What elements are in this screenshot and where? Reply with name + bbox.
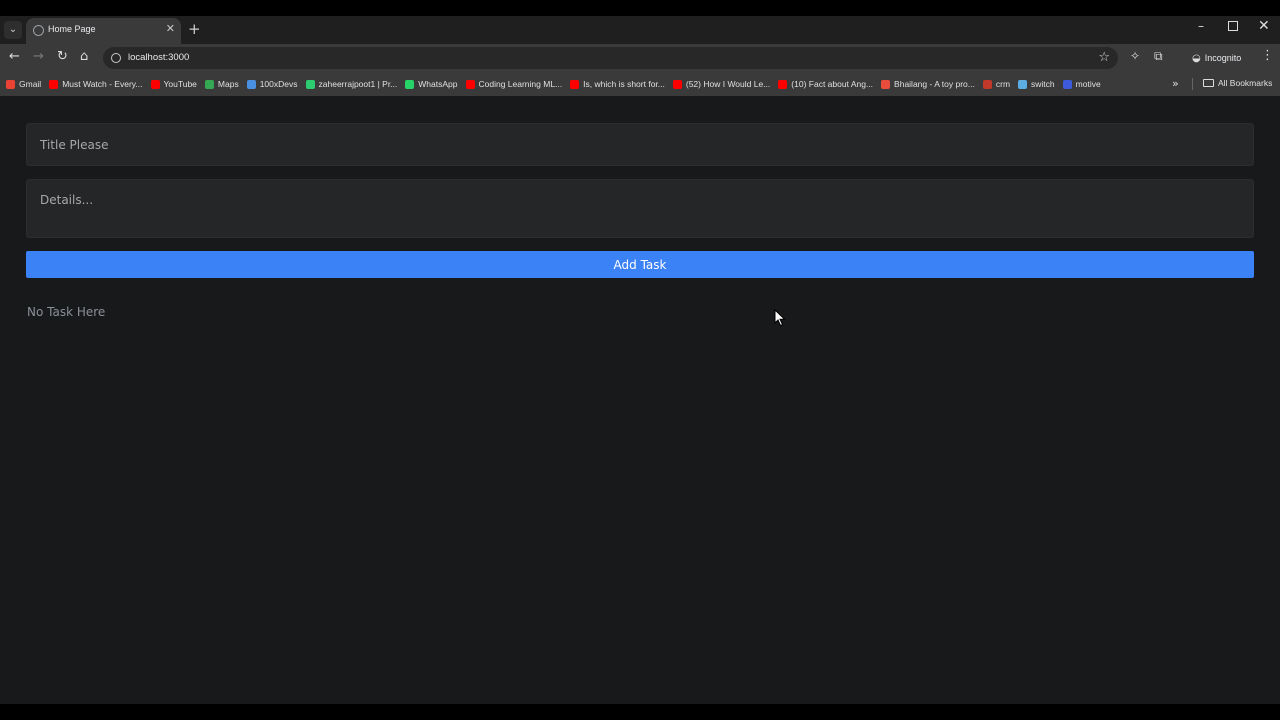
motive-icon: [1062, 79, 1072, 89]
bookmarks-bar: Gmail Must Watch - Every... YouTube Maps 100…: [0, 72, 1280, 96]
bookmarks-divider: [1192, 78, 1193, 90]
bookmark-item[interactable]: 100xDevs: [246, 79, 298, 89]
youtube-icon: [672, 79, 682, 89]
back-arrow-icon[interactable]: ←: [9, 49, 20, 64]
extension-icon[interactable]: ✧: [1130, 49, 1140, 63]
bookmark-item[interactable]: Is, which is short for...: [570, 79, 665, 89]
bookmark-label: YouTube: [163, 79, 197, 89]
maps-icon: [204, 79, 214, 89]
bottom-letterbox: [0, 704, 1280, 720]
forward-arrow-icon[interactable]: →: [33, 49, 44, 64]
restore-icon[interactable]: [1228, 21, 1238, 31]
devs-icon: [246, 79, 256, 89]
task-details-input[interactable]: [26, 179, 1254, 238]
new-tab-plus-icon[interactable]: +: [188, 20, 201, 38]
page-viewport: Add Task No Task Here: [0, 96, 1280, 704]
tab-strip: ⌄ Home Page ✕ + – ✕: [0, 16, 1280, 44]
bookmark-item[interactable]: Coding Learning ML...: [465, 79, 563, 89]
bookmark-label: (10) Fact about Ang...: [791, 79, 874, 89]
youtube-icon: [150, 79, 160, 89]
incognito-icon: ◒: [1192, 52, 1201, 64]
browser-menu-icon[interactable]: ⋮: [1261, 48, 1274, 63]
tab-search-chevron-icon[interactable]: ⌄: [4, 21, 22, 39]
browser-toolbar: ← → ↻ ⌂ localhost:3000 ☆ ✧ ⧉ ◒ Incognito…: [0, 44, 1280, 72]
add-task-button[interactable]: Add Task: [26, 251, 1254, 278]
bookmark-item[interactable]: Must Watch - Every...: [49, 79, 143, 89]
bookmark-item[interactable]: Gmail: [6, 79, 41, 89]
window-close-icon[interactable]: ✕: [1258, 18, 1270, 34]
home-icon[interactable]: ⌂: [80, 49, 88, 64]
site-info-icon[interactable]: [111, 53, 121, 63]
bookmark-label: Coding Learning ML...: [478, 79, 563, 89]
bookmark-item[interactable]: (52) How I Would Le...: [672, 79, 771, 89]
bookmark-item[interactable]: Maps: [204, 79, 239, 89]
bookmark-item[interactable]: switch: [1018, 79, 1055, 89]
bookmark-label: Must Watch - Every...: [62, 79, 143, 89]
crm-icon: [982, 79, 992, 89]
youtube-icon: [49, 79, 59, 89]
bhailang-icon: [881, 79, 891, 89]
bookmark-label: (52) How I Would Le...: [685, 79, 771, 89]
empty-task-message: No Task Here: [27, 305, 106, 319]
gmail-icon: [6, 79, 15, 89]
globe-icon: [33, 25, 44, 36]
bookmark-label: crm: [995, 79, 1011, 89]
youtube-icon: [570, 79, 580, 89]
whatsapp-icon: [405, 79, 415, 89]
bookmark-item[interactable]: motive: [1062, 79, 1101, 89]
switch-icon: [1018, 79, 1028, 89]
address-bar[interactable]: localhost:3000 ☆: [103, 47, 1118, 69]
reload-icon[interactable]: ↻: [57, 49, 68, 64]
bookmark-label: Gmail: [19, 79, 42, 89]
tab-home-page[interactable]: Home Page ✕: [26, 18, 181, 44]
screen: ⌄ Home Page ✕ + – ✕ ← → ↻ ⌂ localhost:30…: [0, 0, 1280, 720]
bookmark-label: WhatsApp: [418, 79, 458, 89]
tab-close-icon[interactable]: ✕: [166, 22, 175, 35]
bookmark-item[interactable]: WhatsApp: [405, 79, 458, 89]
incognito-indicator[interactable]: ◒ Incognito: [1186, 47, 1250, 69]
profile-icon: [305, 79, 315, 89]
address-bar-url: localhost:3000: [128, 52, 190, 63]
youtube-icon: [465, 79, 475, 89]
bookmark-item[interactable]: (10) Fact about Ang...: [778, 79, 873, 89]
bookmark-label: zaheerrajpoot1 | Pr...: [318, 79, 398, 89]
bookmark-label: Is, which is short for...: [583, 79, 665, 89]
bookmark-label: Bhailang - A toy pro...: [894, 79, 975, 89]
bookmark-star-icon[interactable]: ☆: [1098, 50, 1110, 65]
all-bookmarks-button[interactable]: All Bookmarks: [1203, 78, 1272, 88]
bookmark-label: 100xDevs: [259, 79, 298, 89]
bookmarks-list: Gmail Must Watch - Every... YouTube Maps 100…: [6, 72, 1109, 96]
top-letterbox: [0, 0, 1280, 16]
browser-chrome: ⌄ Home Page ✕ + – ✕ ← → ↻ ⌂ localhost:30…: [0, 16, 1280, 96]
bookmark-item[interactable]: YouTube: [150, 79, 197, 89]
bookmarks-overflow-icon[interactable]: »: [1172, 77, 1179, 90]
mouse-cursor-icon: [774, 309, 786, 327]
incognito-label: Incognito: [1204, 53, 1242, 63]
bookmark-label: Maps: [217, 79, 239, 89]
bookmark-item[interactable]: crm: [982, 79, 1011, 89]
bookmark-label: motive: [1075, 79, 1101, 89]
youtube-icon: [778, 79, 788, 89]
task-title-input[interactable]: [26, 123, 1254, 166]
all-bookmarks-label: All Bookmarks: [1218, 78, 1273, 88]
folder-icon: [1203, 79, 1214, 87]
bookmark-label: switch: [1031, 79, 1055, 89]
extensions-puzzle-icon[interactable]: ⧉: [1154, 49, 1163, 64]
minimize-icon[interactable]: –: [1198, 19, 1204, 33]
tab-title: Home Page: [48, 24, 96, 34]
bookmark-item[interactable]: zaheerrajpoot1 | Pr...: [305, 79, 398, 89]
bookmark-item[interactable]: Bhailang - A toy pro...: [881, 79, 975, 89]
